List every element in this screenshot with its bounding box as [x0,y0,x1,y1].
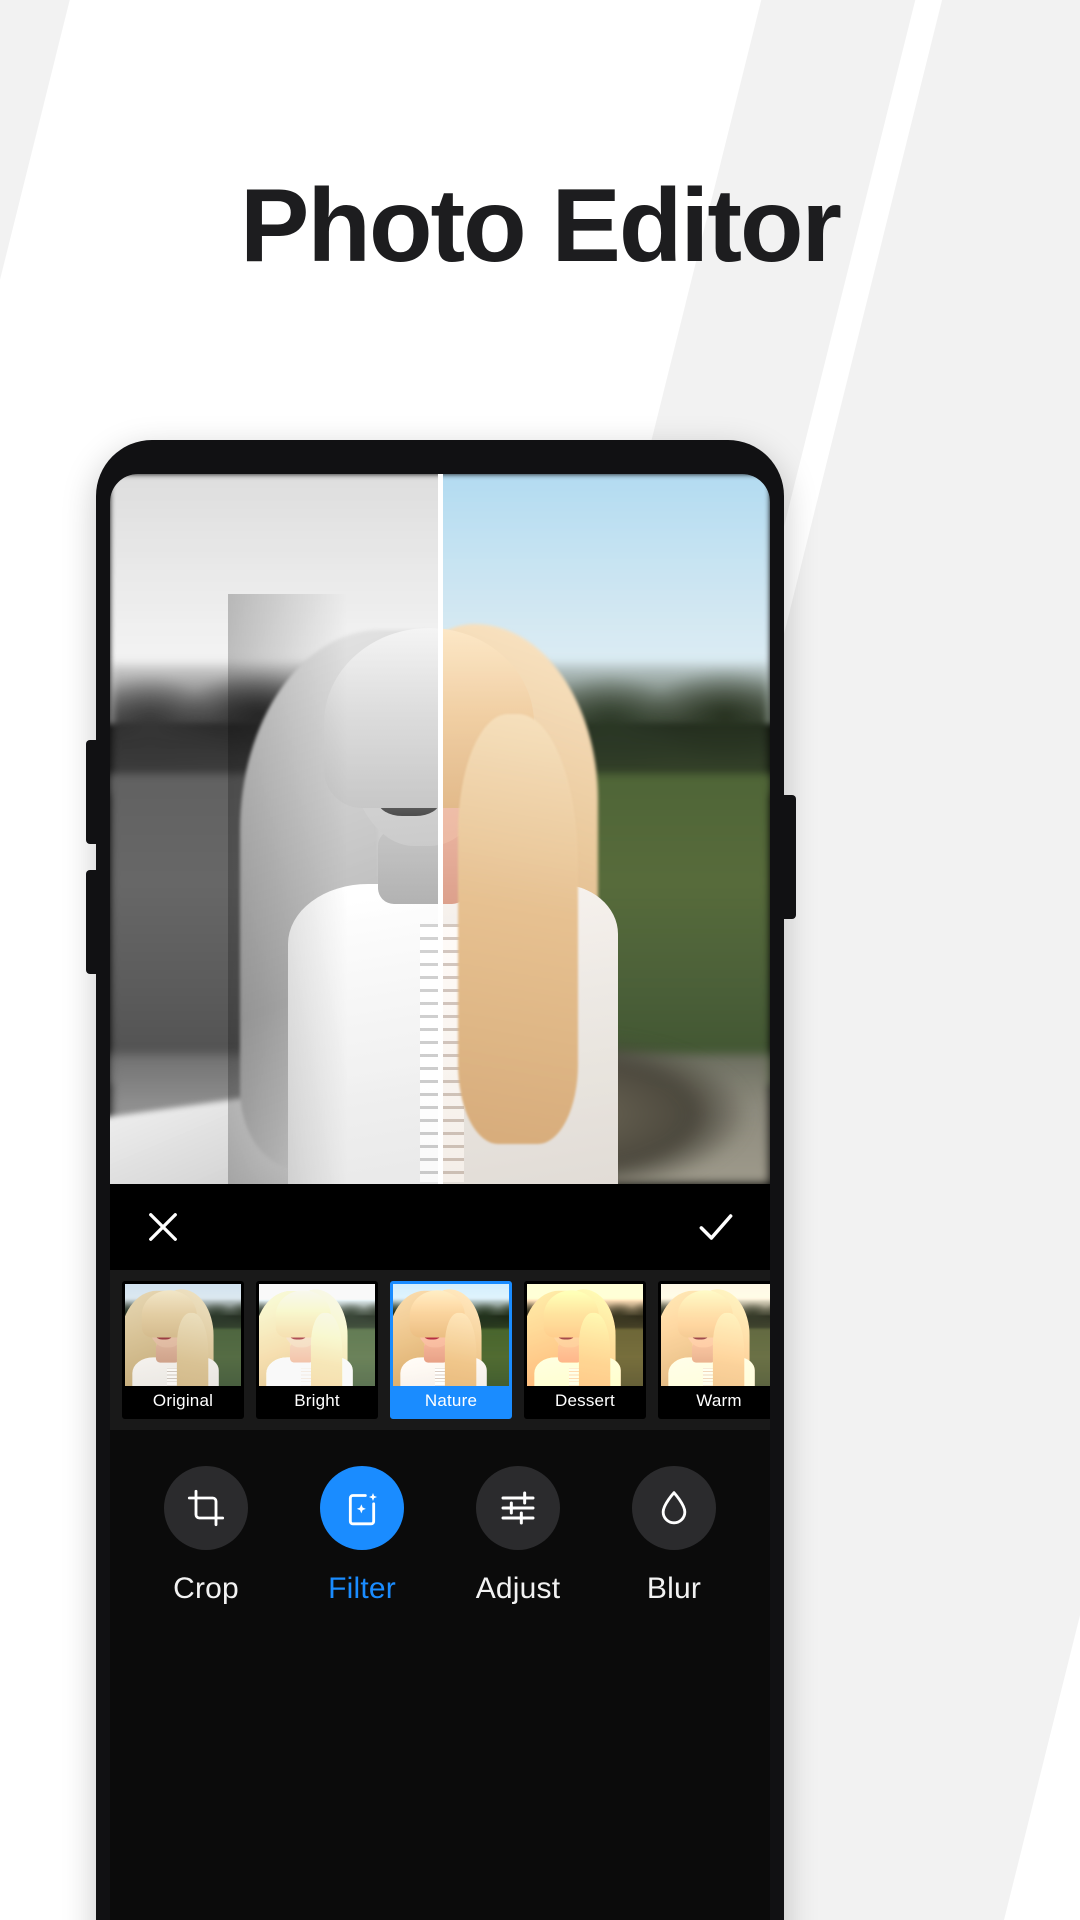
droplet-icon[interactable] [632,1466,716,1550]
photo-preview[interactable] [110,474,770,1184]
preview-after-half [440,474,770,1184]
tool-crop[interactable]: Crop [146,1466,266,1606]
tool-bar: Crop Filter Adjust Blur [110,1430,770,1920]
close-icon[interactable] [142,1206,184,1248]
tool-label: Filter [328,1572,396,1605]
photo-scene-after [440,474,770,1184]
filter-item-bright[interactable]: Bright [256,1281,378,1419]
filter-label: Nature [393,1386,509,1416]
volume-down-button[interactable] [86,870,98,974]
magic-filter-icon[interactable] [320,1466,404,1550]
filter-strip[interactable]: Original Bright Nature Dessert Warm [110,1270,770,1430]
scene-subject [228,594,440,1184]
preview-before-half [110,474,440,1184]
tool-blur[interactable]: Blur [614,1466,734,1606]
tool-label: Blur [646,1572,702,1605]
tool-filter[interactable]: Filter [302,1466,422,1606]
photo-scene-before [110,474,440,1184]
filter-label: Dessert [527,1386,643,1416]
tool-label: Adjust [475,1572,561,1605]
compare-divider[interactable] [438,474,443,1184]
filter-label: Original [125,1386,241,1416]
sliders-icon[interactable] [476,1466,560,1550]
filter-item-nature[interactable]: Nature [390,1281,512,1419]
filter-label: Warm [661,1386,770,1416]
filter-thumbnail [259,1284,375,1386]
filter-item-dessert[interactable]: Dessert [524,1281,646,1419]
tool-label: Crop [173,1572,239,1605]
filter-thumbnail [125,1284,241,1386]
phone-mockup: Original Bright Nature Dessert Warm Crop… [86,440,796,1920]
crop-icon[interactable] [164,1466,248,1550]
power-button[interactable] [782,795,796,919]
filter-label: Bright [259,1386,375,1416]
filter-item-original[interactable]: Original [122,1281,244,1419]
volume-up-button[interactable] [86,740,98,844]
check-icon[interactable] [694,1205,738,1249]
filter-thumbnail [393,1284,509,1386]
filter-thumbnail [661,1284,770,1386]
filter-item-warm[interactable]: Warm [658,1281,770,1419]
confirm-bar [110,1184,770,1270]
phone-screen: Original Bright Nature Dessert Warm Crop… [110,474,770,1920]
page-title: Photo Editor [240,168,842,284]
background-band-left [0,0,81,1920]
tool-adjust[interactable]: Adjust [458,1466,578,1606]
filter-thumbnail [527,1284,643,1386]
